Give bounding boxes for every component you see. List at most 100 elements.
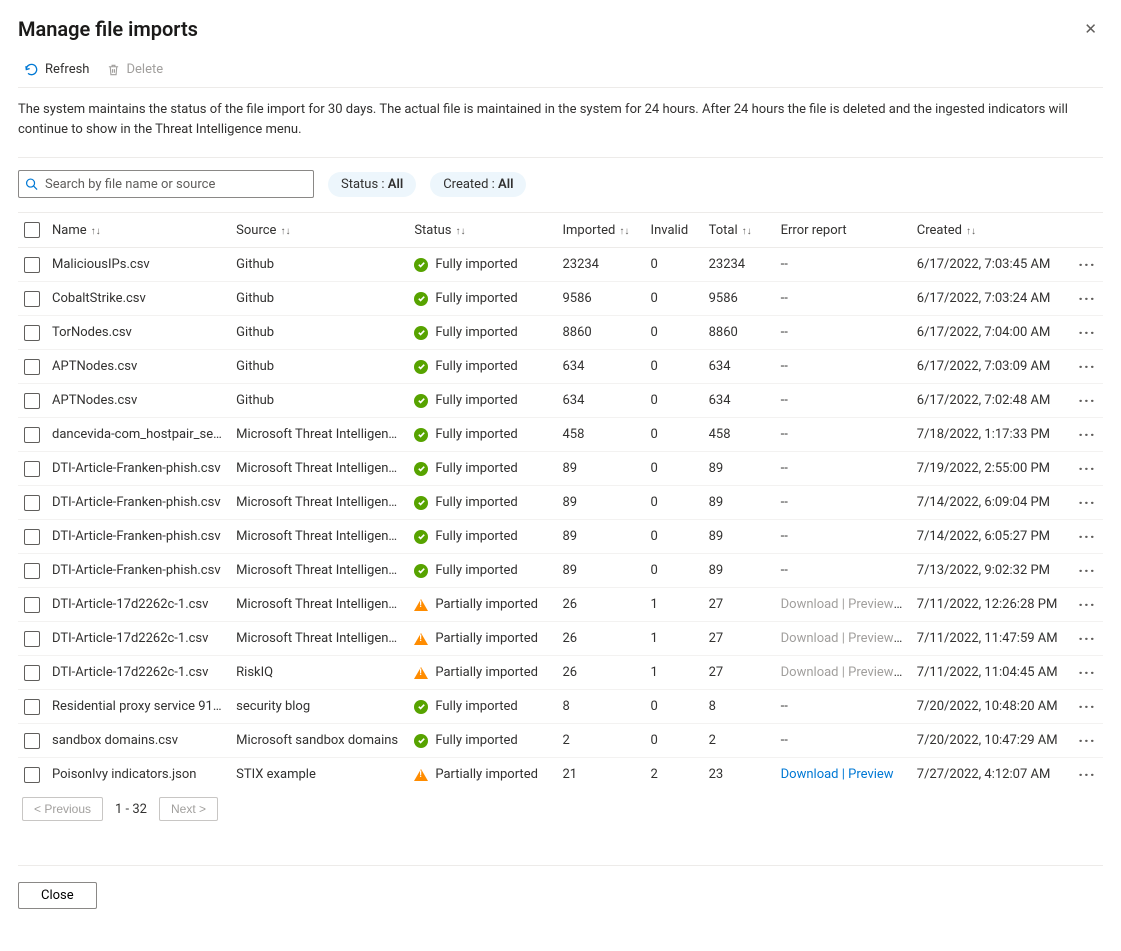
- close-button[interactable]: Close: [18, 882, 97, 909]
- cell-created: 7/18/2022, 1:17:33 PM: [911, 418, 1071, 452]
- table-row[interactable]: dancevida-com_hostpair_sen...Microsoft T…: [18, 418, 1103, 452]
- row-menu-button[interactable]: ···: [1071, 452, 1103, 486]
- row-checkbox[interactable]: [24, 597, 40, 613]
- cell-total: 27: [703, 656, 775, 690]
- row-menu-button[interactable]: ···: [1071, 486, 1103, 520]
- cell-total: 9586: [703, 282, 775, 316]
- table-row[interactable]: DTI-Article-Franken-phish.csvMicrosoft T…: [18, 520, 1103, 554]
- status-filter-value: All: [388, 177, 403, 192]
- cell-imported: 634: [556, 384, 644, 418]
- cell-status-text: Fully imported: [435, 427, 517, 442]
- cell-error-report: Download | Previewi: [775, 588, 911, 622]
- search-input[interactable]: [18, 170, 314, 198]
- previous-page-button[interactable]: < Previous: [22, 797, 103, 821]
- table-row[interactable]: DTI-Article-Franken-phish.csvMicrosoft T…: [18, 452, 1103, 486]
- cell-imported: 634: [556, 350, 644, 384]
- column-header-total[interactable]: Total↑↓: [703, 213, 775, 248]
- cell-name: DTI-Article-Franken-phish.csv: [46, 452, 230, 486]
- table-row[interactable]: DTI-Article-Franken-phish.csvMicrosoft T…: [18, 554, 1103, 588]
- divider: [18, 157, 1103, 158]
- cell-total: 634: [703, 384, 775, 418]
- row-checkbox[interactable]: [24, 529, 40, 545]
- table-row[interactable]: DTI-Article-17d2262c-1.csvRiskIQPartiall…: [18, 656, 1103, 690]
- column-header-name[interactable]: Name↑↓: [46, 213, 230, 248]
- status-filter-pill[interactable]: Status : All: [328, 172, 416, 197]
- close-icon[interactable]: ✕: [1078, 14, 1103, 44]
- cell-total: 8: [703, 690, 775, 724]
- row-checkbox[interactable]: [24, 461, 40, 477]
- table-row[interactable]: DTI-Article-17d2262c-1.csvMicrosoft Thre…: [18, 622, 1103, 656]
- row-checkbox[interactable]: [24, 359, 40, 375]
- preview-link[interactable]: Preview: [848, 767, 893, 782]
- row-menu-button[interactable]: ···: [1071, 758, 1103, 788]
- cell-name: DTI-Article-Franken-phish.csv: [46, 520, 230, 554]
- column-header-source[interactable]: Source↑↓: [230, 213, 408, 248]
- row-menu-button[interactable]: ···: [1071, 418, 1103, 452]
- cell-total: 23: [703, 758, 775, 788]
- success-icon: [414, 428, 428, 442]
- created-filter-pill[interactable]: Created : All: [430, 172, 526, 197]
- row-menu-button[interactable]: ···: [1071, 656, 1103, 690]
- row-checkbox[interactable]: [24, 631, 40, 647]
- row-menu-button[interactable]: ···: [1071, 282, 1103, 316]
- column-header-status[interactable]: Status↑↓: [408, 213, 556, 248]
- cell-total: 2: [703, 724, 775, 758]
- row-checkbox[interactable]: [24, 495, 40, 511]
- row-menu-button[interactable]: ···: [1071, 248, 1103, 282]
- row-checkbox[interactable]: [24, 325, 40, 341]
- row-menu-button[interactable]: ···: [1071, 554, 1103, 588]
- cell-source: security blog: [230, 690, 408, 724]
- column-header-imported[interactable]: Imported↑↓: [556, 213, 644, 248]
- sort-icon: ↑↓: [280, 226, 290, 237]
- row-checkbox[interactable]: [24, 563, 40, 579]
- table-row[interactable]: TorNodes.csvGithubFully imported88600886…: [18, 316, 1103, 350]
- row-checkbox[interactable]: [24, 733, 40, 749]
- column-header-created[interactable]: Created↑↓: [911, 213, 1071, 248]
- download-link: Download: [781, 597, 839, 612]
- row-checkbox[interactable]: [24, 257, 40, 273]
- row-checkbox[interactable]: [24, 767, 40, 783]
- column-header-invalid[interactable]: Invalid: [645, 213, 703, 248]
- column-header-error[interactable]: Error report: [775, 213, 911, 248]
- download-link[interactable]: Download: [781, 767, 839, 782]
- table-scroll[interactable]: Name↑↓ Source↑↓ Status↑↓ Imported↑↓ Inva…: [18, 212, 1103, 787]
- table-row[interactable]: sandbox domains.csvMicrosoft sandbox dom…: [18, 724, 1103, 758]
- success-icon: [414, 462, 428, 476]
- cell-total: 458: [703, 418, 775, 452]
- cell-status-text: Fully imported: [435, 325, 517, 340]
- table-row[interactable]: Residential proxy service 911....securit…: [18, 690, 1103, 724]
- row-menu-button[interactable]: ···: [1071, 520, 1103, 554]
- row-menu-button[interactable]: ···: [1071, 724, 1103, 758]
- row-checkbox[interactable]: [24, 665, 40, 681]
- cell-imported: 89: [556, 554, 644, 588]
- cell-invalid: 0: [645, 384, 703, 418]
- row-checkbox[interactable]: [24, 393, 40, 409]
- row-checkbox[interactable]: [24, 427, 40, 443]
- table-row[interactable]: PoisonIvy indicators.jsonSTIX examplePar…: [18, 758, 1103, 788]
- row-checkbox[interactable]: [24, 291, 40, 307]
- row-menu-button[interactable]: ···: [1071, 690, 1103, 724]
- table-row[interactable]: DTI-Article-Franken-phish.csvMicrosoft T…: [18, 486, 1103, 520]
- row-menu-button[interactable]: ···: [1071, 384, 1103, 418]
- next-page-button[interactable]: Next >: [159, 797, 218, 821]
- row-menu-button[interactable]: ···: [1071, 588, 1103, 622]
- cell-name: APTNodes.csv: [46, 384, 230, 418]
- refresh-button[interactable]: Refresh: [24, 62, 89, 77]
- table-row[interactable]: CobaltStrike.csvGithubFully imported9586…: [18, 282, 1103, 316]
- cell-error-report: --: [775, 282, 911, 316]
- row-menu-button[interactable]: ···: [1071, 622, 1103, 656]
- table-row[interactable]: APTNodes.csvGithubFully imported6340634-…: [18, 384, 1103, 418]
- table-row[interactable]: APTNodes.csvGithubFully imported6340634-…: [18, 350, 1103, 384]
- description-text: The system maintains the status of the f…: [18, 94, 1103, 157]
- row-menu-button[interactable]: ···: [1071, 350, 1103, 384]
- cell-invalid: 0: [645, 452, 703, 486]
- success-icon: [414, 360, 428, 374]
- table-row[interactable]: DTI-Article-17d2262c-1.csvMicrosoft Thre…: [18, 588, 1103, 622]
- cell-status-text: Fully imported: [435, 291, 517, 306]
- row-checkbox[interactable]: [24, 699, 40, 715]
- row-menu-button[interactable]: ···: [1071, 316, 1103, 350]
- cell-invalid: 0: [645, 282, 703, 316]
- select-all-checkbox[interactable]: [24, 222, 40, 238]
- table-row[interactable]: MaliciousIPs.csvGithubFully imported2323…: [18, 248, 1103, 282]
- cell-name: CobaltStrike.csv: [46, 282, 230, 316]
